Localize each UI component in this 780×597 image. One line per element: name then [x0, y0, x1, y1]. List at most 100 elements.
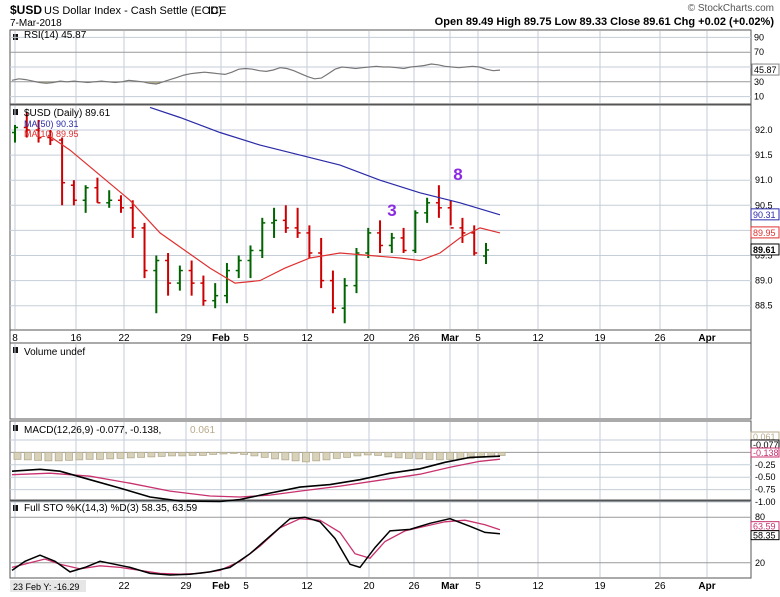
macd-histogram-bar: [250, 451, 259, 457]
macd-value-tag: -0.138: [753, 448, 779, 458]
macd-histogram-bar: [54, 451, 63, 462]
x-tick-label: Mar: [441, 333, 459, 344]
macd-histogram-bar: [394, 451, 403, 459]
x-tick-label-bottom: Feb: [212, 581, 230, 592]
price-value-tag: 90.31: [753, 210, 776, 220]
macd-label: MACD(12,26,9) -0.077, -0.138,: [24, 425, 161, 436]
macd-histogram-bar: [446, 451, 455, 460]
macd-histogram-bar: [209, 451, 218, 455]
macd-histogram-bar: [271, 451, 279, 460]
x-tick-label: 12: [301, 333, 313, 344]
macd-histogram-bar: [116, 451, 125, 459]
macd-histogram-bar: [363, 451, 372, 456]
x-tick-label: Apr: [698, 333, 715, 344]
price-frame: [9, 104, 752, 331]
macd-histogram-bar: [404, 451, 413, 459]
hover-readout: 23 Feb Y: -16.29: [13, 582, 79, 592]
macd-histogram-bar: [96, 451, 104, 460]
chart-name: US Dollar Index - Cash Settle (EOD): [44, 5, 222, 17]
watermark: © StockCharts.com: [688, 3, 774, 14]
macd-histogram-bar: [137, 451, 146, 458]
x-tick-label-bottom: 29: [180, 581, 192, 592]
x-tick-label: 20: [363, 333, 375, 344]
x-tick-label: 16: [70, 333, 82, 344]
sto-tick-label: 20: [755, 558, 765, 568]
macd-histogram-bar: [425, 451, 434, 460]
macd-histogram-bar: [168, 451, 176, 457]
wave-3-annotation: 3: [387, 201, 396, 220]
macd-histogram-bar: [384, 451, 393, 458]
chart-date: 7-Mar-2018: [10, 18, 62, 29]
x-tick-label-bottom: Mar: [441, 581, 459, 592]
x-tick-label-bottom: Apr: [698, 581, 715, 592]
macd-histogram-bar: [126, 451, 135, 459]
sto-label: Full STO %K(14,3) %D(3) 58.35, 63.59: [24, 503, 198, 514]
price-tick-label: 92.0: [755, 125, 773, 135]
chart-exchange: ICE: [208, 5, 226, 17]
macd-histogram-bar: [353, 451, 362, 457]
rsi-value-tag: 45.87: [754, 65, 777, 75]
macd-histogram-bar: [312, 451, 321, 462]
volume-label: Volume undef: [24, 347, 85, 358]
price-label: $USD (Daily) 89.61: [24, 108, 111, 119]
price-tick-label: 89.0: [755, 276, 773, 286]
x-tick-label-bottom: 20: [363, 581, 375, 592]
price-value-tag: 89.61: [753, 245, 776, 255]
x-tick-label-bottom: 26: [408, 581, 420, 592]
x-tick-label-bottom: 22: [118, 581, 130, 592]
x-tick-label-bottom: 26: [654, 581, 666, 592]
price-tick-label: 91.5: [755, 150, 773, 160]
macd-histogram-bar: [322, 451, 331, 461]
macd-histogram-bar: [435, 451, 444, 461]
x-tick-label: Feb: [212, 333, 230, 344]
x-tick-label: 19: [594, 333, 606, 344]
macd-histogram-bar: [497, 451, 506, 456]
macd-histogram-bar: [147, 451, 156, 458]
macd-tick-label: -0.50: [755, 472, 776, 482]
macd-histogram-bar: [374, 451, 382, 456]
macd-histogram-bar: [34, 451, 42, 461]
ma10-label: MA(10) 89.95: [24, 129, 79, 139]
x-tick-label: 5: [475, 333, 481, 344]
chart-symbol: $USD: [10, 3, 42, 17]
volume-frame: [9, 342, 752, 420]
x-tick-label-bottom: 19: [594, 581, 606, 592]
ohlc-readout: Open 89.49 High 89.75 Low 89.33 Close 89…: [435, 16, 775, 28]
x-tick-label: 29: [180, 333, 192, 344]
macd-histogram-bar: [44, 451, 53, 462]
macd-histogram-bar: [415, 451, 424, 460]
rsi-tick-label: 70: [754, 47, 764, 57]
macd-tick-label: -1.00: [755, 497, 776, 507]
macd-histogram-bar: [260, 451, 269, 458]
ma50-label: MA(50) 90.31: [24, 119, 79, 129]
rsi-tick-label: 30: [754, 77, 764, 87]
price-tick-label: 88.5: [755, 301, 773, 311]
macd-histogram-bar: [85, 451, 94, 460]
macd-histogram-bar: [219, 451, 228, 455]
macd-histogram-bar: [291, 451, 300, 462]
x-tick-label-bottom: 12: [301, 581, 313, 592]
macd-tick-label: -0.75: [755, 485, 776, 495]
macd-histogram-bar: [301, 451, 310, 463]
macd-histogram-bar: [157, 451, 166, 457]
chart-svg: $USD US Dollar Index - Cash Settle (EOD)…: [9, 3, 780, 592]
x-tick-label: 22: [118, 333, 130, 344]
macd-histogram-bar: [178, 451, 187, 457]
macd-histogram-bar: [343, 451, 352, 458]
rsi-label: RSI(14) 45.87: [24, 30, 87, 41]
wave-8-annotation: 8: [453, 165, 462, 184]
macd-histogram-bar: [65, 451, 73, 461]
stock-chart: $USD US Dollar Index - Cash Settle (EOD)…: [0, 0, 780, 592]
macd-histogram-bar: [229, 451, 238, 454]
macd-hist-label: 0.061: [190, 425, 215, 436]
x-tick-label-bottom: 12: [532, 581, 544, 592]
macd-histogram-bar: [75, 451, 84, 461]
x-tick-label: 26: [654, 333, 666, 344]
macd-histogram-bar: [456, 451, 465, 460]
sto-value-tag: 58.35: [753, 531, 776, 541]
macd-histogram-bar: [198, 451, 207, 456]
macd-histogram-bar: [281, 451, 290, 461]
price-tick-label: 91.0: [755, 175, 773, 185]
price-value-tag: 89.95: [753, 228, 776, 238]
x-tick-label-bottom: 5: [243, 581, 249, 592]
